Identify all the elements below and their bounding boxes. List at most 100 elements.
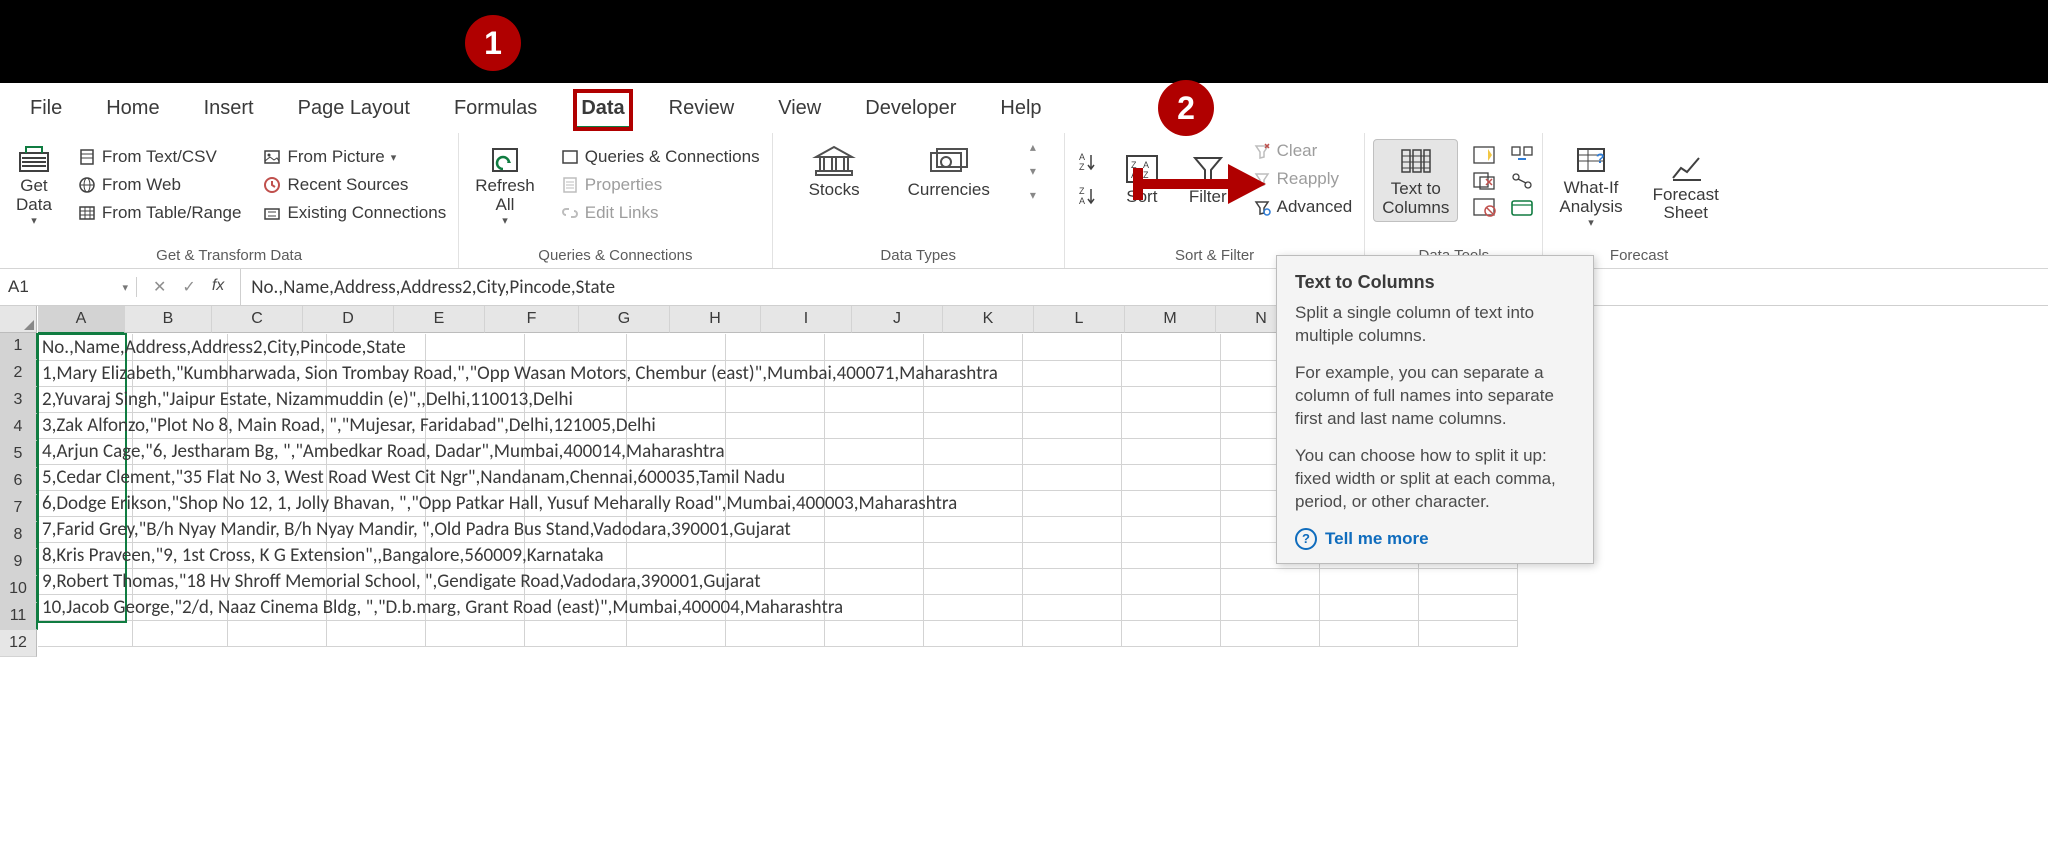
cell[interactable] — [924, 386, 1023, 413]
cell[interactable] — [1221, 620, 1320, 647]
cell[interactable]: 6,Dodge Erikson,"Shop No 12, 1, Jolly Bh… — [38, 490, 133, 517]
get-data-button[interactable]: Get Data ▾ — [8, 139, 60, 231]
currencies-button[interactable]: Currencies — [900, 139, 998, 204]
cell[interactable]: 4,Arjun Cage,"6, Jestharam Bg, ","Ambedk… — [38, 438, 133, 465]
tab-page-layout[interactable]: Page Layout — [292, 91, 416, 129]
cell[interactable] — [1023, 386, 1122, 413]
advanced-filter-button[interactable]: Advanced — [1249, 195, 1357, 219]
consolidate-icon[interactable] — [1510, 145, 1534, 165]
cell[interactable] — [726, 438, 825, 465]
tab-formulas[interactable]: Formulas — [448, 91, 543, 129]
cell[interactable] — [825, 542, 924, 569]
row-header[interactable]: 7 — [0, 495, 38, 522]
refresh-all-button[interactable]: Refresh All ▾ — [467, 139, 543, 231]
cell[interactable] — [924, 464, 1023, 491]
cell[interactable] — [1122, 334, 1221, 361]
cell[interactable] — [924, 542, 1023, 569]
sort-button[interactable]: ZAAZ Sort — [1117, 148, 1167, 211]
flash-fill-icon[interactable] — [1472, 145, 1496, 165]
cell[interactable] — [1320, 568, 1419, 595]
queries-connections-button[interactable]: Queries & Connections — [557, 145, 764, 169]
data-model-icon[interactable] — [1510, 197, 1534, 217]
cell[interactable] — [924, 620, 1023, 647]
cell[interactable] — [924, 438, 1023, 465]
worksheet-grid[interactable]: 123456789101112 ABCDEFGHIJKLMNO No.,Name… — [0, 306, 2048, 657]
row-header[interactable]: 12 — [0, 630, 37, 657]
cell[interactable] — [924, 568, 1023, 595]
cell[interactable] — [726, 620, 825, 647]
tab-help[interactable]: Help — [994, 91, 1047, 129]
forecast-sheet-button[interactable]: Forecast Sheet — [1645, 146, 1727, 227]
cell[interactable] — [1023, 568, 1122, 595]
remove-duplicates-icon[interactable] — [1472, 171, 1496, 191]
cell[interactable] — [1122, 360, 1221, 387]
cell[interactable]: 5,Cedar Clement,"35 Flat No 3, West Road… — [38, 464, 133, 491]
cell[interactable]: 1,Mary Elizabeth,"Kumbharwada, Sion Trom… — [38, 360, 133, 387]
cell[interactable] — [825, 334, 924, 361]
cell[interactable] — [1023, 360, 1122, 387]
cell[interactable] — [426, 334, 525, 361]
chevron-down-icon[interactable]: ▾ — [1030, 164, 1036, 178]
existing-connections-button[interactable]: Existing Connections — [259, 201, 450, 225]
cell[interactable] — [1122, 542, 1221, 569]
cell[interactable] — [1023, 490, 1122, 517]
cell[interactable] — [1023, 516, 1122, 543]
cell[interactable] — [525, 620, 627, 647]
cell[interactable] — [924, 334, 1023, 361]
cell[interactable] — [726, 412, 825, 439]
cell[interactable] — [38, 620, 133, 647]
row-header[interactable]: 11 — [0, 603, 38, 630]
column-header[interactable]: F — [485, 306, 579, 333]
cell[interactable] — [1122, 386, 1221, 413]
from-text-csv-button[interactable]: From Text/CSV — [74, 145, 246, 169]
column-header[interactable]: B — [125, 306, 212, 333]
more-icon[interactable]: ▾ — [1030, 188, 1036, 202]
column-header[interactable]: C — [212, 306, 303, 333]
cell[interactable] — [726, 386, 825, 413]
cell[interactable] — [825, 516, 924, 543]
tab-developer[interactable]: Developer — [859, 91, 962, 129]
cell[interactable] — [1419, 620, 1518, 647]
name-box[interactable]: A1 ▾ — [0, 277, 137, 297]
column-header[interactable]: G — [579, 306, 670, 333]
row-header[interactable]: 2 — [0, 360, 38, 387]
cell[interactable]: 2,Yuvaraj Singh,"Jaipur Estate, Nizammud… — [38, 386, 133, 413]
select-all-corner[interactable] — [0, 306, 37, 333]
cell[interactable] — [1122, 490, 1221, 517]
column-header[interactable]: H — [670, 306, 761, 333]
cell[interactable] — [924, 412, 1023, 439]
cell[interactable] — [1122, 516, 1221, 543]
tell-me-more-link[interactable]: ? Tell me more — [1295, 528, 1575, 551]
chevron-up-icon[interactable]: ▴ — [1030, 140, 1036, 154]
cell[interactable] — [1023, 412, 1122, 439]
tab-file[interactable]: File — [24, 91, 68, 129]
cell[interactable] — [1023, 464, 1122, 491]
row-header[interactable]: 8 — [0, 522, 38, 549]
column-header[interactable]: J — [852, 306, 943, 333]
row-header[interactable]: 3 — [0, 387, 38, 414]
tab-data[interactable]: Data — [575, 91, 630, 129]
cell[interactable] — [327, 620, 426, 647]
cell[interactable] — [627, 542, 726, 569]
column-header[interactable]: I — [761, 306, 852, 333]
column-header[interactable]: A — [38, 306, 125, 334]
cell[interactable] — [1419, 594, 1518, 621]
recent-sources-button[interactable]: Recent Sources — [259, 173, 450, 197]
row-header[interactable]: 5 — [0, 441, 38, 468]
cell[interactable] — [1023, 594, 1122, 621]
cell[interactable] — [426, 620, 525, 647]
cell[interactable]: 8,Kris Praveen,"9, 1st Cross, K G Extens… — [38, 542, 133, 569]
cancel-icon[interactable]: ✕ — [153, 277, 166, 297]
tab-review[interactable]: Review — [663, 91, 741, 129]
from-web-button[interactable]: From Web — [74, 173, 246, 197]
sort-za-button[interactable]: ZA — [1073, 183, 1103, 209]
cell[interactable] — [1320, 594, 1419, 621]
cell[interactable] — [825, 386, 924, 413]
fx-icon[interactable]: fx — [212, 277, 224, 297]
cell[interactable] — [825, 568, 924, 595]
cell[interactable] — [228, 620, 327, 647]
row-header[interactable]: 6 — [0, 468, 38, 495]
cell[interactable] — [1221, 568, 1320, 595]
stocks-button[interactable]: Stocks — [801, 139, 868, 204]
cell[interactable] — [825, 438, 924, 465]
